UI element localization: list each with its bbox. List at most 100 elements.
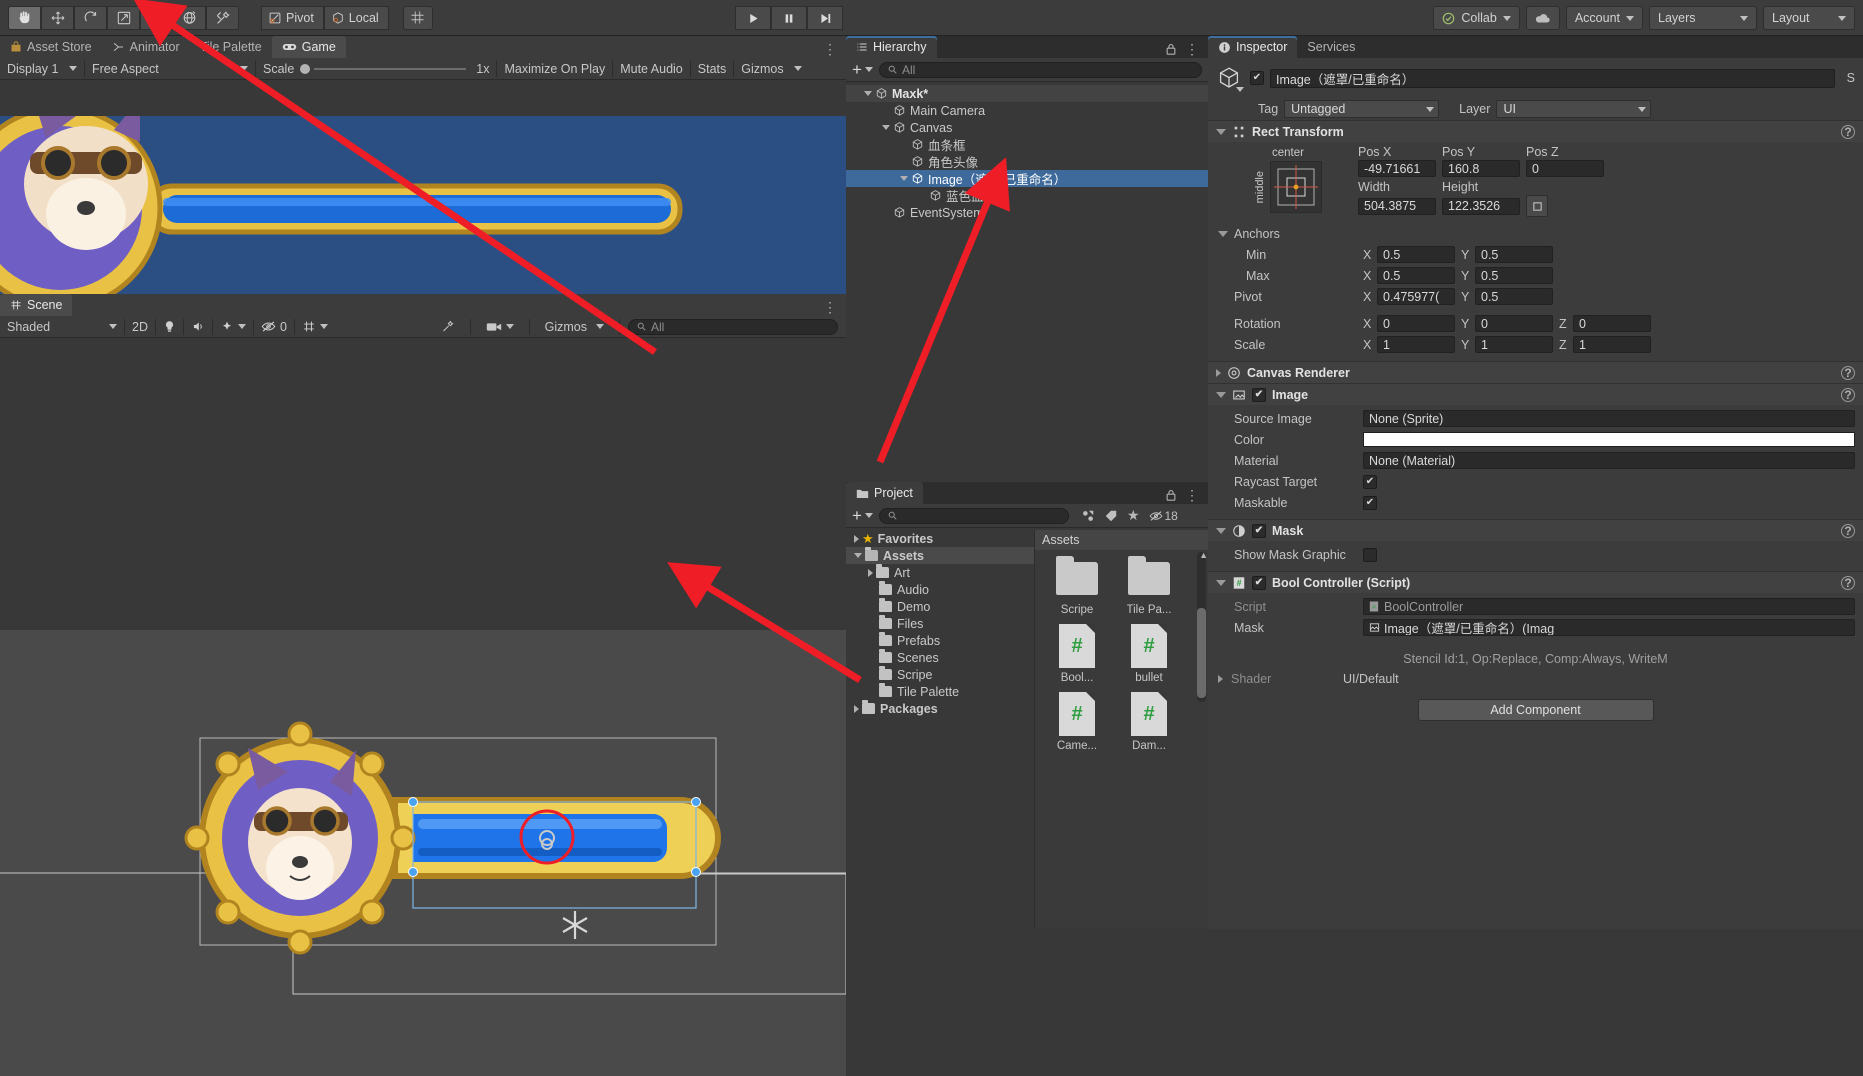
- project-tree-item[interactable]: Scripe: [846, 666, 1034, 683]
- filter-type-icon[interactable]: [1081, 509, 1095, 523]
- canvas-renderer-header[interactable]: Canvas Renderer ?: [1208, 361, 1863, 383]
- scale-z-field[interactable]: 1: [1573, 336, 1651, 353]
- width-field[interactable]: 504.3875: [1358, 198, 1436, 215]
- hidden-items-indicator[interactable]: 18: [1149, 509, 1178, 523]
- chevron-down-icon[interactable]: [900, 176, 908, 181]
- hierarchy-item[interactable]: Canvas: [846, 119, 1208, 136]
- local-toggle-button[interactable]: Local: [324, 6, 389, 30]
- rotate-tool-button[interactable]: [74, 6, 107, 30]
- project-folder-tree[interactable]: ★FavoritesAssetsArtAudioDemoFilesPrefabs…: [846, 530, 1034, 929]
- scene-lighting-toggle[interactable]: [156, 317, 183, 337]
- chevron-down-icon[interactable]: [864, 91, 872, 96]
- chevron-right-icon[interactable]: [1218, 675, 1223, 683]
- move-tool-button[interactable]: [41, 6, 74, 30]
- help-icon[interactable]: ?: [1841, 366, 1855, 380]
- filter-label-icon[interactable]: [1104, 509, 1118, 523]
- chevron-down-icon[interactable]: [1216, 129, 1226, 135]
- height-field[interactable]: 122.3526: [1442, 198, 1520, 215]
- layer-dropdown[interactable]: UI: [1496, 100, 1651, 118]
- pos-z-field[interactable]: 0: [1526, 160, 1604, 177]
- rect-tool-button[interactable]: [140, 6, 173, 30]
- asset-item[interactable]: #Dam...: [1115, 690, 1183, 752]
- source-image-field[interactable]: None (Sprite): [1363, 410, 1855, 427]
- pause-button[interactable]: [771, 6, 807, 30]
- project-tree-item[interactable]: Art: [846, 564, 1034, 581]
- gameobject-enabled-checkbox[interactable]: [1250, 71, 1264, 85]
- scale-slider-track[interactable]: [314, 68, 466, 70]
- hierarchy-tree[interactable]: Maxk*Main CameraCanvas血条框角色头像Image（遮罩/已重…: [846, 82, 1208, 221]
- raycast-target-checkbox[interactable]: [1363, 475, 1377, 489]
- scene-search-field[interactable]: All: [628, 319, 838, 335]
- toggle-2d-button[interactable]: 2D: [125, 317, 155, 337]
- pos-x-field[interactable]: -49.71661: [1358, 160, 1436, 177]
- help-icon[interactable]: ?: [1841, 125, 1855, 139]
- blueprint-mode-button[interactable]: [1526, 195, 1548, 217]
- scrollbar-thumb[interactable]: [1197, 608, 1206, 698]
- chevron-right-icon[interactable]: [854, 535, 859, 543]
- tab-animator[interactable]: Animator: [102, 36, 190, 58]
- anchor-max-x-field[interactable]: 0.5: [1377, 267, 1455, 284]
- mask-component-header[interactable]: Mask ?: [1208, 519, 1863, 541]
- project-search-input[interactable]: [879, 508, 1069, 524]
- chevron-down-icon[interactable]: [1218, 231, 1228, 237]
- project-tree-item[interactable]: Files: [846, 615, 1034, 632]
- scene-hidden-objects-toggle[interactable]: 0: [254, 317, 294, 337]
- anchor-max-y-field[interactable]: 0.5: [1475, 267, 1553, 284]
- project-tree-item[interactable]: ★Favorites: [846, 530, 1034, 547]
- asset-item[interactable]: #Bool...: [1043, 622, 1111, 684]
- chevron-right-icon[interactable]: [854, 705, 859, 713]
- lock-icon[interactable]: [1165, 43, 1177, 56]
- pivot-x-field[interactable]: 0.475977(: [1377, 288, 1455, 305]
- scale-slider-handle[interactable]: [300, 64, 310, 74]
- asset-item[interactable]: Tile Pa...: [1115, 554, 1183, 616]
- transform-tool-button[interactable]: [173, 6, 206, 30]
- chevron-down-icon[interactable]: [882, 125, 890, 130]
- play-button[interactable]: [735, 6, 771, 30]
- mask-object-field[interactable]: Image（遮罩/已重命名）(Imag: [1363, 619, 1855, 636]
- project-add-button[interactable]: +: [852, 507, 873, 524]
- display-dropdown[interactable]: Display 1: [0, 59, 84, 79]
- bool-controller-enabled-checkbox[interactable]: [1252, 576, 1266, 590]
- tab-asset-store[interactable]: Asset Store: [0, 36, 102, 58]
- hierarchy-add-button[interactable]: +: [852, 61, 873, 78]
- hierarchy-item[interactable]: Main Camera: [846, 102, 1208, 119]
- chevron-right-icon[interactable]: [1216, 369, 1221, 377]
- hierarchy-item[interactable]: 蓝色血条: [846, 187, 1208, 204]
- bool-controller-header[interactable]: # Bool Controller (Script) ?: [1208, 571, 1863, 593]
- image-component-header[interactable]: Image ?: [1208, 383, 1863, 405]
- mask-enabled-checkbox[interactable]: [1252, 524, 1266, 538]
- scale-tool-button[interactable]: [107, 6, 140, 30]
- mute-audio-toggle[interactable]: Mute Audio: [613, 59, 690, 79]
- tab-tile-palette[interactable]: Tile Palette: [190, 36, 272, 58]
- chevron-down-icon[interactable]: [1236, 87, 1244, 92]
- chevron-down-icon[interactable]: [1216, 528, 1226, 534]
- lock-icon[interactable]: [1165, 489, 1177, 502]
- scene-render-area[interactable]: [0, 630, 846, 1076]
- asset-item[interactable]: #bullet: [1115, 622, 1183, 684]
- show-mask-graphic-checkbox[interactable]: [1363, 548, 1377, 562]
- maximize-on-play-toggle[interactable]: Maximize On Play: [497, 59, 612, 79]
- project-tree-item[interactable]: Scenes: [846, 649, 1034, 666]
- project-tree-item[interactable]: Prefabs: [846, 632, 1034, 649]
- gizmos-dropdown[interactable]: Gizmos: [734, 59, 808, 79]
- pivot-toggle-button[interactable]: Pivot: [261, 6, 324, 30]
- scene-grid-dropdown[interactable]: [295, 317, 335, 337]
- custom-tool-button[interactable]: [206, 6, 239, 30]
- scene-camera-dropdown[interactable]: [479, 317, 521, 337]
- project-tree-item[interactable]: Packages: [846, 700, 1034, 717]
- hierarchy-menu-button[interactable]: ⋮: [1185, 41, 1200, 58]
- rect-transform-header[interactable]: Rect Transform ?: [1208, 120, 1863, 142]
- hierarchy-item[interactable]: 血条框: [846, 136, 1208, 153]
- tab-scene[interactable]: Scene: [0, 294, 72, 316]
- chevron-down-icon[interactable]: [1216, 392, 1226, 398]
- image-enabled-checkbox[interactable]: [1252, 388, 1266, 402]
- scene-gizmos-dropdown[interactable]: Gizmos: [538, 317, 611, 337]
- anchor-preset-widget[interactable]: [1270, 161, 1322, 213]
- chevron-right-icon[interactable]: [868, 569, 873, 577]
- tag-dropdown[interactable]: Untagged: [1284, 100, 1439, 118]
- chevron-down-icon[interactable]: [1216, 580, 1226, 586]
- asset-grid[interactable]: ScripeTile Pa...#Bool...#bullet#Came...#…: [1035, 550, 1208, 758]
- collab-button[interactable]: Collab: [1433, 6, 1519, 30]
- color-swatch-field[interactable]: [1363, 432, 1855, 447]
- scale-x-field[interactable]: 1: [1377, 336, 1455, 353]
